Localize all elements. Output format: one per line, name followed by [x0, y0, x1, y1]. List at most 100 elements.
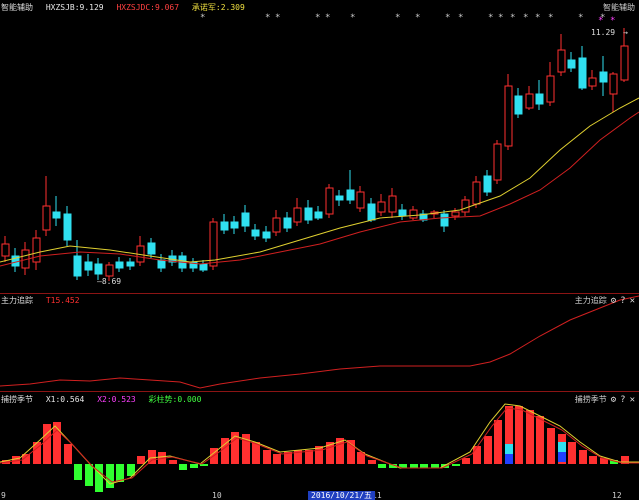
main-force-toolbar: 主力追踪 ⚙ ? ✕: [574, 295, 635, 306]
star-marker: *: [200, 13, 205, 23]
season-bar: [568, 442, 576, 464]
season-bar: [420, 464, 428, 468]
star-marker: *: [415, 13, 420, 23]
season-bar: [179, 464, 187, 470]
season-bar: [452, 464, 460, 466]
star-marker: *: [510, 13, 515, 23]
candlestick: [220, 221, 229, 231]
price-panel-right-title: 智能辅助: [603, 3, 635, 12]
crosshair-date-box: 2016/10/21/五: [308, 491, 375, 500]
candlestick: [493, 143, 502, 181]
season-bar-blue: [505, 454, 513, 464]
season-bar: [462, 458, 470, 464]
x-axis-label: 12: [612, 491, 622, 500]
candlestick: [599, 71, 608, 83]
candlestick: [42, 205, 51, 231]
season-bar: [484, 436, 492, 464]
candlestick: [567, 59, 576, 69]
candlestick: [472, 181, 481, 205]
candlestick: [314, 211, 323, 219]
candlestick: [409, 209, 418, 219]
gear-icon[interactable]: ⚙: [611, 395, 616, 405]
candlestick: [535, 93, 544, 105]
fishing-season-bar-chart[interactable]: [0, 392, 639, 500]
season-bar: [589, 456, 597, 464]
season-bar: [273, 454, 281, 464]
candlestick-chart[interactable]: * * * * * * * * * * * * * * * * * ** *: [0, 0, 639, 293]
star-marker: *: [275, 13, 280, 23]
candlestick: [241, 212, 250, 227]
star-marker: *: [498, 13, 503, 23]
x-axis-label: 9: [1, 491, 6, 500]
candlestick: [293, 207, 302, 223]
star-marker: *: [395, 13, 400, 23]
candlestick: [230, 221, 239, 229]
low-price-label: —8.69: [97, 277, 122, 286]
high-price-label: 11.29 →: [591, 28, 628, 37]
season-bar-blue: [558, 452, 566, 462]
season-bar: [116, 464, 124, 482]
indicator-x2: X2:0.523: [97, 395, 136, 404]
indicator-caizhushi: 彩柱势:0.000: [148, 395, 202, 404]
star-marker: *: [598, 16, 603, 26]
indicator-hxzsjb: HXZSJB:9.129: [45, 3, 104, 12]
candlestick: [578, 57, 587, 89]
indicator-hxzsjdc: HXZSJDC:9.067: [116, 3, 180, 12]
candlestick: [588, 77, 597, 87]
panel-title: 主力追踪: [1, 296, 33, 305]
season-bar: [536, 416, 544, 464]
candlestick: [620, 45, 629, 81]
candlestick: [367, 203, 376, 221]
x-axis-label: 10: [212, 491, 222, 500]
star-marker: *: [548, 13, 553, 23]
season-bar: [526, 410, 534, 464]
gear-icon[interactable]: ⚙: [611, 296, 616, 306]
help-icon[interactable]: ?: [620, 296, 625, 306]
candlestick: [52, 211, 61, 219]
indicator-x1: X1:0.564: [45, 395, 85, 404]
star-marker: *: [315, 13, 320, 23]
season-bar: [137, 456, 145, 464]
star-marker: *: [458, 13, 463, 23]
candlestick: [388, 195, 397, 213]
season-bar: [473, 446, 481, 464]
main-force-panel[interactable]: 主力追踪 T15.452 主力追踪 ⚙ ? ✕: [0, 294, 639, 391]
candlestick: [115, 261, 124, 269]
candlestick: [283, 217, 292, 229]
candlestick: [356, 191, 365, 209]
season-bar: [190, 464, 198, 468]
candlestick: [325, 187, 334, 215]
candlestick: [105, 264, 114, 277]
candlestick: [157, 259, 166, 269]
season-bar: [43, 424, 51, 464]
candlestick: [94, 263, 103, 275]
season-bar-cyan: [558, 442, 566, 452]
close-icon[interactable]: ✕: [630, 296, 635, 306]
star-marker: *: [523, 13, 528, 23]
candlestick: [32, 237, 41, 263]
panel-title: 智能辅助: [1, 3, 33, 12]
fishing-season-panel[interactable]: 捕捞季节 X1:0.564 X2:0.523 彩柱势:0.000 捕捞季节 ⚙ …: [0, 392, 639, 500]
season-bar: [252, 442, 260, 464]
indicator-chengnuojun: 承诺军:2.309: [191, 3, 245, 12]
season-bar: [305, 450, 313, 464]
candlestick: [251, 229, 260, 237]
season-bar: [494, 420, 502, 464]
candlestick: [398, 209, 407, 217]
candlestick: [346, 189, 355, 201]
candlestick: [546, 75, 555, 103]
candlestick: [147, 242, 156, 255]
star-marker: *: [265, 13, 270, 23]
close-icon[interactable]: ✕: [630, 395, 635, 405]
candlestick: [262, 231, 271, 239]
season-bar: [368, 460, 376, 464]
help-icon[interactable]: ?: [620, 395, 625, 405]
ma-long-line: [0, 111, 639, 267]
main-force-line-chart[interactable]: [0, 294, 639, 391]
star-marker: *: [350, 13, 355, 23]
price-chart-panel[interactable]: * * * * * * * * * * * * * * * * * * * * 智能辅助 HXZSJB:9.129 H…: [0, 0, 639, 293]
candlestick: [1, 243, 10, 257]
candlestick: [377, 201, 386, 213]
star-marker: *: [535, 13, 540, 23]
candlestick: [557, 49, 566, 73]
